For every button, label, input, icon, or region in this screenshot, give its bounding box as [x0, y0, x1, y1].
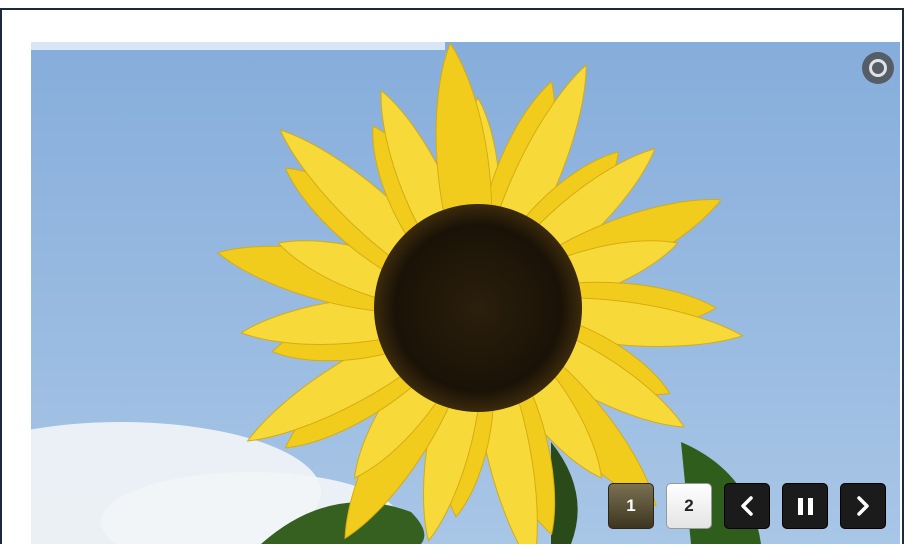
image-slider: 1 2 [31, 42, 900, 544]
settings-ring-icon[interactable] [862, 52, 894, 84]
previous-button[interactable] [724, 483, 770, 529]
page-button-2[interactable]: 2 [666, 483, 712, 529]
slide-progress-bar [31, 42, 900, 50]
next-button[interactable] [840, 483, 886, 529]
pause-button[interactable] [782, 483, 828, 529]
slide-image-sunflower [31, 42, 900, 544]
chevron-right-icon [857, 496, 869, 516]
page-button-1[interactable]: 1 [608, 483, 654, 529]
pause-icon [797, 497, 813, 515]
chevron-left-icon [741, 496, 753, 516]
slider-controls: 1 2 [608, 483, 886, 529]
ring-icon [869, 59, 887, 77]
slide-progress-fill [31, 42, 445, 50]
